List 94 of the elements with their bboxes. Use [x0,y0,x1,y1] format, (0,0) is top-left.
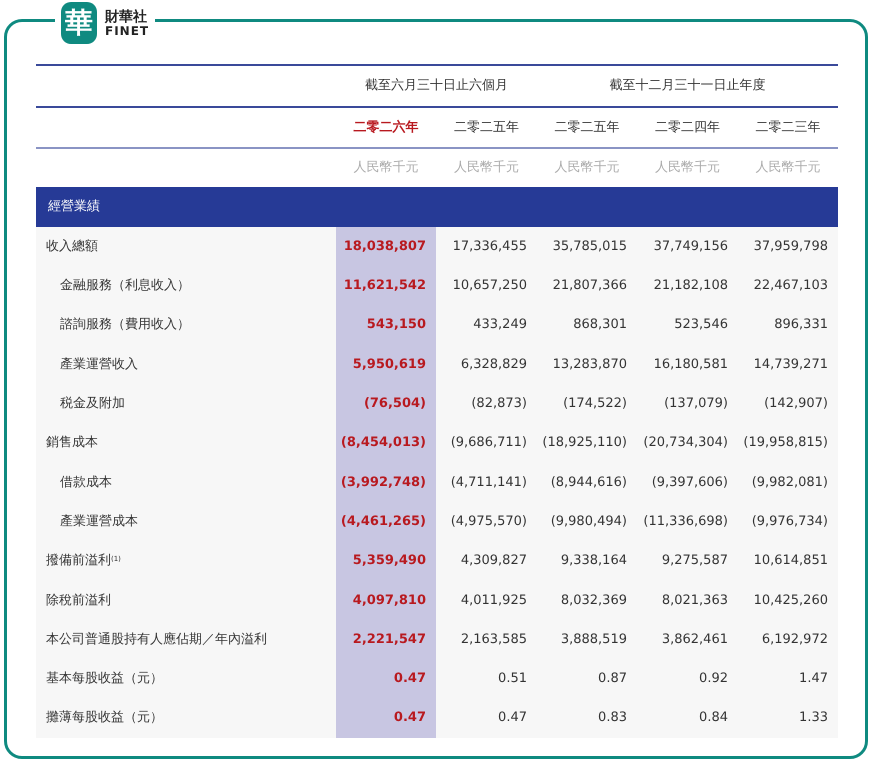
table-cell-text: (20,734,304) [643,434,728,452]
row-label: 除稅前溢利 [46,592,111,610]
row-label: 税金及附加 [60,395,125,414]
table-cell-text: 543,150 [366,316,426,334]
table-cell-text: 18,038,807 [344,238,426,256]
table-cell-text: (9,976,734) [752,512,828,531]
table-cell-text: (3,992,748) [340,474,426,492]
table-cell-text: 4,309,827 [460,552,527,570]
table-cell-text: 0.92 [699,670,728,688]
table-cell-text: (19,958,815) [743,434,828,452]
row-label: 基本每股收益（元） [46,670,163,688]
row-label: 撥備前溢利$^{(1)}$ [46,552,121,570]
table-cell-text: 0.87 [598,670,627,688]
table-cell-text: 9,338,164 [560,552,627,570]
row-label: 攤薄每股收益（元） [46,709,163,728]
table-cell-text: (18,925,110) [542,434,627,452]
table-cell-text: (9,686,711) [450,434,527,452]
table-cell-text: (4,711,141) [450,474,527,492]
table-cell-text: 35,785,015 [552,238,627,256]
table-cell-text: (8,944,616) [550,474,627,492]
table-cell-text: 4,097,810 [352,592,426,610]
table-cell-text: 14,739,271 [754,356,828,374]
table-cell-text: 13,283,870 [552,356,627,374]
logo-mark: 華 [61,2,97,44]
column-group-header: 截至十二月三十一日止年度 [608,77,766,96]
table-cell-text: 0.47 [394,670,426,688]
section-title: 經營業績 [48,198,100,216]
unit-label: 人民幣千元 [754,159,822,178]
row-label: 金融服務（利息收入） [60,277,190,296]
table-cell-text: 6,328,829 [460,356,527,374]
year-header: 二零二四年 [654,118,721,137]
table-cell-text: 433,249 [473,316,527,334]
row-label: 諮詢服務（費用收入） [60,316,190,334]
row-label: 銷售成本 [46,434,98,452]
table-cell-text: 17,336,455 [452,238,527,256]
column-group-header: 截至六月三十日止六個月 [364,77,509,96]
table-cell-text: 22,467,103 [754,277,828,296]
table-cell-text: 523,546 [674,316,728,334]
table-cell-text: 2,163,585 [460,630,527,649]
table-cell-text: (82,873) [471,395,527,414]
table-cell-text: 4,011,925 [460,592,527,610]
table-cell-text: (137,079) [664,395,728,414]
row-label: 借款成本 [60,474,112,492]
table-cell-text: (9,982,081) [752,474,828,492]
table-cell-text: 6,192,972 [762,630,828,649]
table-cell-text: 10,425,260 [754,592,828,610]
table-cell-text: (174,522) [563,395,627,414]
table-cell-text: 0.84 [699,709,728,728]
table-cell-text: 8,032,369 [560,592,627,610]
table-cell-text: (11,336,698) [643,512,728,531]
logo-name: 財華社 [105,10,148,24]
unit-label: 人民幣千元 [352,159,420,178]
table-cell-text: (4,975,570) [450,512,527,531]
table-cell-text: 3,862,461 [662,630,728,649]
table-cell-text: 3,888,519 [560,630,627,649]
table-cell-text: 8,021,363 [662,592,728,610]
table-cell-text: 10,657,250 [452,277,527,296]
year-header: 二零二三年 [754,118,822,137]
table-cell-text: 0.51 [498,670,527,688]
table-cell-text: 0.47 [498,709,527,728]
table-cell-text: 896,331 [774,316,828,334]
table-cell-text: (9,397,606) [652,474,728,492]
unit-label: 人民幣千元 [453,159,520,178]
table-cell-text: 11,621,542 [344,277,426,296]
table-cell-text: 1.33 [799,709,828,728]
table-cell-text: (142,907) [764,395,828,414]
table-cell-text: (9,980,494) [550,512,627,531]
year-header: 二零二六年 [352,118,420,137]
unit-label: 人民幣千元 [554,159,620,178]
row-label: 產業運營收入 [60,356,138,374]
table-cell-text: 1.47 [799,670,828,688]
table-cell-text: (76,504) [364,395,426,414]
table-cell-text: 21,807,366 [552,277,627,296]
table-cell-text: 37,959,798 [754,238,828,256]
table-cell-text: (8,454,013) [340,434,426,452]
table-cell-text: 2,221,547 [352,630,426,649]
row-label: 本公司普通股持有人應佔期／年內溢利 [46,630,267,649]
table-cell-text: 868,301 [573,316,627,334]
year-header: 二零二五年 [554,118,620,137]
row-label: 收入總額 [46,238,98,256]
year-header: 二零二五年 [453,118,520,137]
table-cell-text: (4,461,265) [340,512,426,531]
table-cell-text: 5,359,490 [352,552,426,570]
table-cell-text: 37,749,156 [654,238,728,256]
row-label: 產業運營成本 [60,512,138,531]
logo-subname: FINET [105,24,150,36]
table-cell-text: 21,182,108 [654,277,728,296]
table-cell-text: 10,614,851 [754,552,828,570]
table-cell-text: 16,180,581 [654,356,728,374]
unit-label: 人民幣千元 [654,159,721,178]
table-cell-text: 0.83 [598,709,627,728]
table-cell-text: 5,950,619 [352,356,426,374]
table-cell-text: 9,275,587 [662,552,728,570]
table-cell-text: 0.47 [394,709,426,728]
